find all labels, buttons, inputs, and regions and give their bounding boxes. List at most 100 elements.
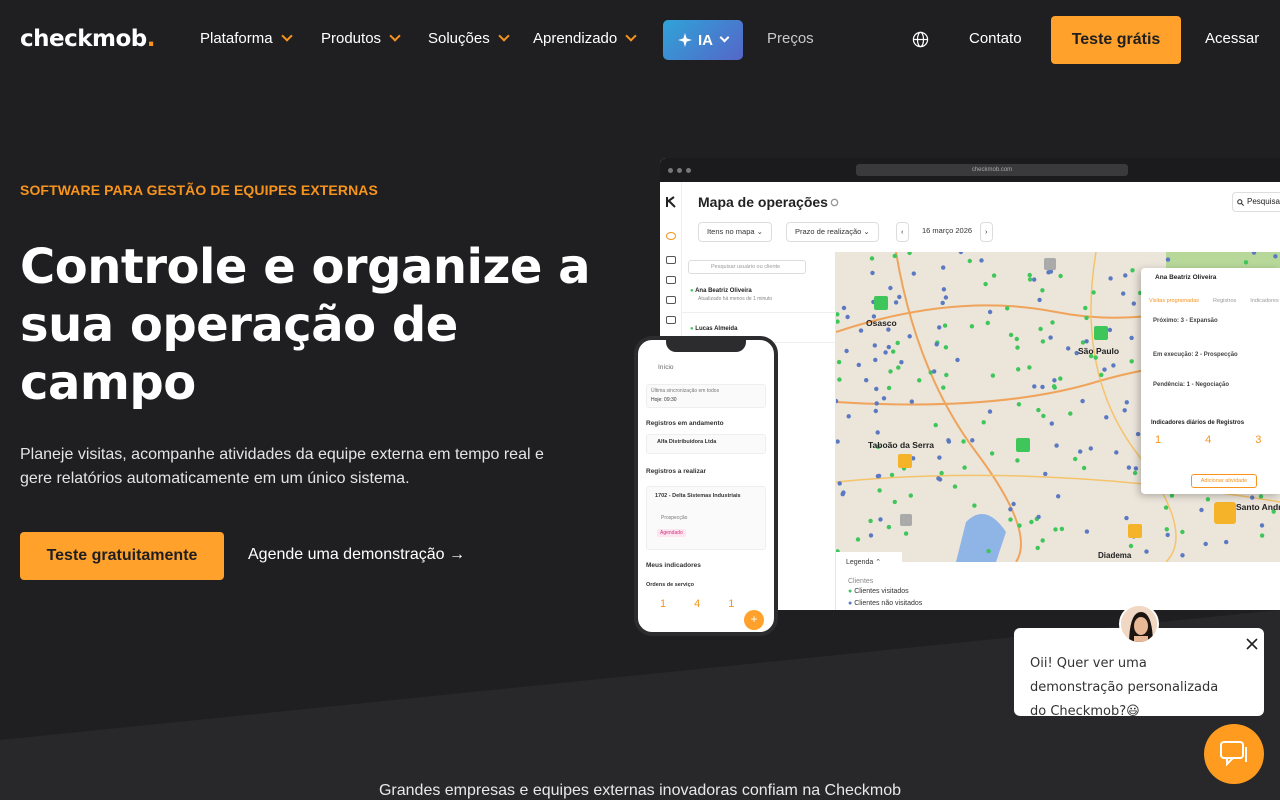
in-progress-item-label: Alfa Distribuidora Ltda [657, 439, 717, 445]
client-dot [1052, 385, 1057, 390]
map-label: Santo André [1236, 502, 1280, 512]
client-dot [1121, 291, 1126, 296]
map-label: São Paulo [1078, 346, 1119, 356]
building-icon [666, 296, 676, 304]
client-dot [941, 287, 947, 292]
client-dot [943, 295, 949, 300]
client-dot [1081, 465, 1087, 471]
nav-item-solucoes[interactable]: Soluções [428, 30, 510, 47]
sparkle-icon [678, 33, 692, 47]
client-dot [1041, 413, 1046, 419]
client-dot [1180, 529, 1185, 535]
client-dot [1058, 273, 1063, 279]
client-dot [1027, 272, 1032, 278]
client-dot [1084, 529, 1090, 534]
client-dot [1073, 456, 1078, 462]
client-dot [941, 265, 946, 270]
client-dot [1014, 336, 1019, 342]
chevron-down-icon [719, 32, 730, 43]
start-trial-button[interactable]: Teste gratuitamente [20, 532, 224, 580]
nav-item-aprendizado[interactable]: Aprendizado [533, 30, 637, 47]
client-dot [1165, 532, 1170, 538]
user-pin-icon [898, 454, 912, 468]
checkmob-logo[interactable]: checkmob. [20, 26, 156, 52]
client-dot [903, 531, 909, 536]
client-dot [1126, 465, 1132, 470]
client-dot [855, 537, 861, 542]
nav-item-produtos[interactable]: Produtos [321, 30, 401, 47]
phone-header: Início [658, 364, 674, 371]
client-dot [1180, 553, 1185, 558]
client-dot [986, 548, 991, 554]
indicator-value: 1 [1155, 434, 1162, 446]
user-pin-icon [1128, 524, 1142, 538]
client-dot [937, 455, 942, 460]
filter-label: Itens no mapa [707, 227, 755, 236]
phone-indicator-values: 1 4 1 [660, 598, 734, 610]
settings-icon [830, 198, 839, 207]
client-dot [869, 256, 875, 261]
client-dot [985, 320, 990, 326]
client-dot [1124, 515, 1129, 521]
ia-menu-button[interactable]: IA [663, 20, 743, 60]
schedule-demo-link[interactable]: Agende uma demonstração → [248, 546, 465, 564]
client-dot [864, 378, 869, 383]
client-dot [1040, 538, 1045, 543]
client-dot [856, 362, 861, 368]
free-trial-button[interactable]: Teste grátis [1051, 16, 1181, 64]
client-dot [961, 439, 966, 444]
client-dot [1017, 523, 1022, 528]
client-dot [1016, 367, 1021, 372]
client-dot [1243, 260, 1249, 265]
client-dot [955, 357, 960, 363]
client-dot [972, 503, 977, 508]
client-dot [1050, 320, 1055, 325]
client-dot [1130, 268, 1135, 273]
prev-date-button: ‹ [896, 222, 909, 242]
hero-headline: Controle e organize a sua operação de ca… [20, 239, 591, 411]
user-status: Atualizado há menos de 1 minuto [698, 296, 773, 302]
login-link[interactable]: Acessar [1205, 30, 1259, 47]
client-dot [1015, 458, 1020, 463]
client-dot [897, 294, 902, 300]
client-dot [1032, 384, 1037, 389]
client-dot [888, 285, 893, 291]
client-dot [846, 414, 851, 419]
globe-icon[interactable] [912, 31, 929, 48]
client-dot [872, 343, 877, 348]
client-dot [841, 305, 847, 311]
indicator-value: 4 [694, 598, 701, 610]
chevron-down-icon [625, 30, 637, 42]
client-dot [1123, 273, 1128, 278]
chevron-down-icon [389, 30, 401, 42]
client-dot [909, 399, 914, 404]
client-dot [1135, 431, 1141, 437]
client-dot [1016, 402, 1022, 407]
client-dot [883, 350, 888, 355]
client-dot [981, 420, 986, 425]
indicator-value: 4 [1205, 434, 1212, 446]
nav-item-plataforma[interactable]: Plataforma [200, 30, 293, 47]
client-dot [932, 369, 937, 374]
map-label: Osasco [866, 318, 897, 328]
client-dot [1114, 450, 1119, 455]
client-dot [891, 349, 896, 354]
client-dot [896, 365, 901, 370]
client-dot [1008, 507, 1013, 512]
client-dot [989, 451, 995, 456]
nav-link-precos[interactable]: Preços [767, 30, 814, 47]
card-user-name: Ana Beatriz Oliveira [1155, 274, 1217, 281]
card-indicator-values: 1 4 3 [1155, 434, 1261, 446]
nav-link-contato[interactable]: Contato [969, 30, 1022, 47]
client-dot [1129, 359, 1134, 364]
chat-launcher-button[interactable] [1204, 724, 1264, 784]
client-dot [1032, 277, 1037, 282]
map-label: Taboão da Serra [868, 440, 934, 450]
indicator-value: 1 [728, 598, 735, 610]
legend-title: Legenda [846, 559, 874, 566]
client-dot [1029, 519, 1034, 525]
client-dot [1011, 501, 1016, 507]
client-dot [1091, 290, 1096, 295]
section-in-progress: Registros em andamento [646, 420, 724, 427]
close-icon[interactable] [1246, 638, 1258, 650]
